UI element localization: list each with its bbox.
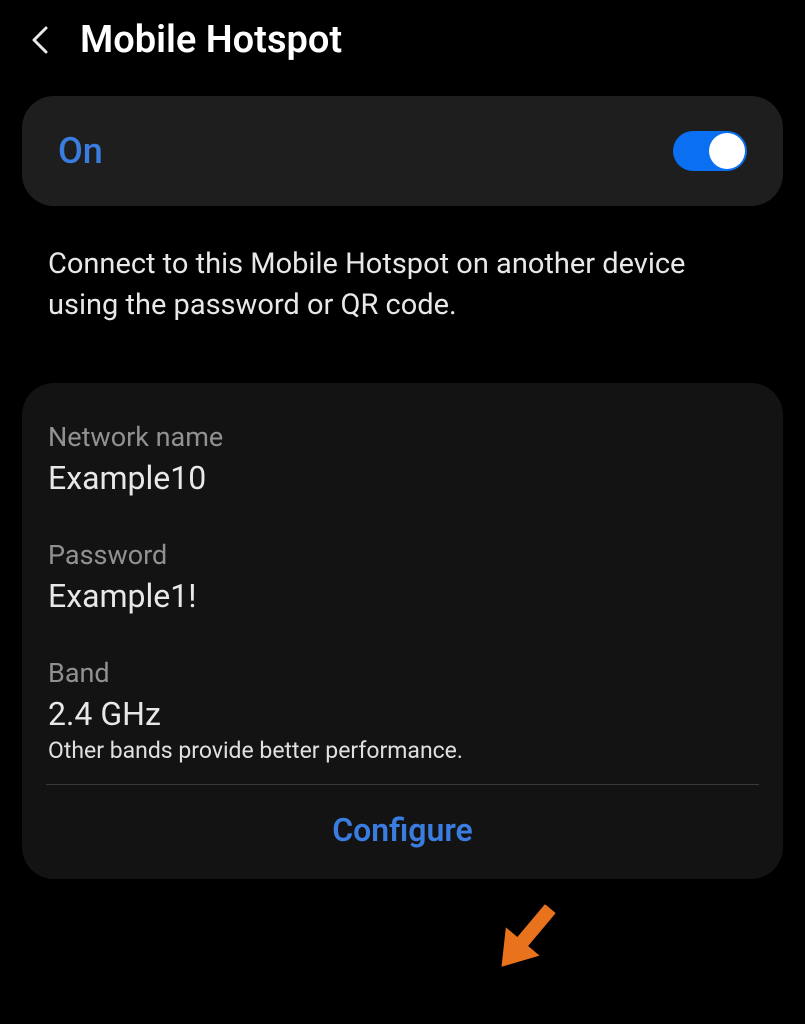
- password-label: Password: [48, 539, 757, 571]
- hotspot-details-card: Network name Example10 Password Example1…: [22, 383, 783, 879]
- password-value: Example1!: [48, 577, 757, 615]
- arrow-annotation-icon: [464, 890, 584, 994]
- band-row[interactable]: Band 2.4 GHz Other bands provide better …: [48, 657, 757, 764]
- network-name-row[interactable]: Network name Example10: [48, 421, 757, 497]
- band-label: Band: [48, 657, 757, 689]
- band-hint: Other bands provide better performance.: [48, 737, 757, 764]
- page-title: Mobile Hotspot: [80, 18, 342, 62]
- configure-button[interactable]: Configure: [48, 785, 757, 879]
- hotspot-description: Connect to this Mobile Hotspot on anothe…: [0, 206, 805, 325]
- hotspot-state-label: On: [58, 130, 103, 172]
- network-name-value: Example10: [48, 459, 757, 497]
- hotspot-toggle-switch[interactable]: [673, 131, 747, 171]
- password-row[interactable]: Password Example1!: [48, 539, 757, 615]
- toggle-knob: [709, 133, 745, 169]
- hotspot-toggle-card: On: [22, 96, 783, 206]
- network-name-label: Network name: [48, 421, 757, 453]
- back-icon[interactable]: [24, 24, 56, 56]
- band-value: 2.4 GHz: [48, 695, 757, 733]
- header: Mobile Hotspot: [0, 0, 805, 82]
